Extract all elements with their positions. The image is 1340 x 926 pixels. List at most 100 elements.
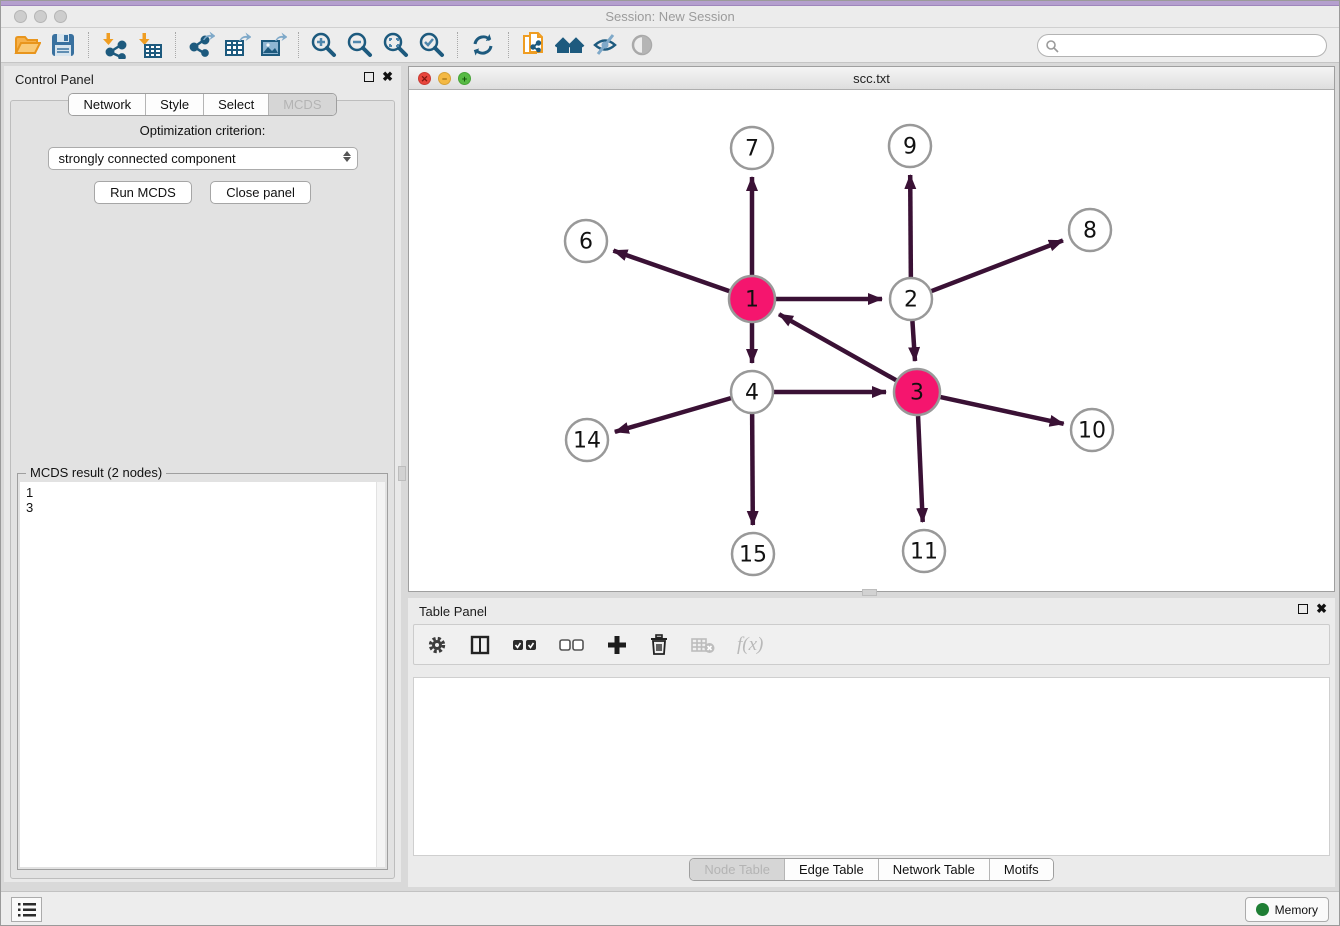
- graph-node-2[interactable]: 2: [890, 278, 932, 320]
- close-panel-button[interactable]: Close panel: [210, 181, 311, 204]
- mcds-result-text[interactable]: 1 3: [20, 482, 385, 867]
- graph-node-7[interactable]: 7: [731, 127, 773, 169]
- tab-node-table[interactable]: Node Table: [690, 859, 785, 880]
- table-panel-title: Table Panel: [419, 604, 487, 619]
- result-scrollbar[interactable]: [376, 482, 385, 867]
- graph-node-14[interactable]: 14: [566, 419, 608, 461]
- duplicate-network-button[interactable]: [516, 29, 552, 61]
- graph-node-9[interactable]: 9: [889, 125, 931, 167]
- svg-text:8: 8: [1083, 219, 1097, 244]
- edge-2-3[interactable]: [912, 321, 915, 361]
- tab-network-table[interactable]: Network Table: [879, 859, 990, 880]
- edge-2-9[interactable]: [910, 175, 911, 277]
- function-builder-icon[interactable]: f(x): [737, 634, 763, 656]
- graph-node-3[interactable]: 3: [894, 369, 940, 415]
- edge-4-14[interactable]: [615, 398, 731, 432]
- eye-disabled-icon: [629, 32, 655, 58]
- export-table-button[interactable]: [219, 29, 255, 61]
- edge-4-15[interactable]: [752, 414, 753, 525]
- save-disk-icon: [50, 32, 76, 58]
- graph-node-8[interactable]: 8: [1069, 209, 1111, 251]
- graph-node-1[interactable]: 1: [729, 276, 775, 322]
- table-panel: Table Panel ✖: [408, 598, 1335, 887]
- run-mcds-button[interactable]: Run MCDS: [94, 181, 192, 204]
- selected-option: strongly connected component: [59, 151, 236, 166]
- float-table-panel-icon[interactable]: [1298, 604, 1308, 614]
- control-panel-title: Control Panel: [15, 72, 94, 87]
- graph-node-15[interactable]: 15: [732, 533, 774, 575]
- table-background: [413, 677, 1330, 856]
- network-window-titlebar[interactable]: ✕ − + scc.txt: [409, 67, 1334, 90]
- tab-network[interactable]: Network: [69, 94, 146, 115]
- task-list-icon: [18, 903, 36, 917]
- zoom-selected-button[interactable]: [414, 29, 450, 61]
- apply-layout-button[interactable]: [465, 29, 501, 61]
- import-network-icon: [100, 31, 128, 59]
- deselect-all-icon[interactable]: [559, 637, 585, 653]
- tab-mcds[interactable]: MCDS: [269, 94, 335, 115]
- edge-2-8[interactable]: [932, 240, 1063, 291]
- tab-edge-table[interactable]: Edge Table: [785, 859, 879, 880]
- select-all-icon[interactable]: [512, 637, 538, 653]
- tab-motifs[interactable]: Motifs: [990, 859, 1053, 880]
- column-layout-icon[interactable]: [469, 634, 491, 656]
- svg-text:14: 14: [573, 429, 601, 454]
- settings-gear-icon[interactable]: [426, 634, 448, 656]
- graph-node-11[interactable]: 11: [903, 530, 945, 572]
- search-input[interactable]: [1063, 39, 1326, 53]
- save-session-button[interactable]: [45, 29, 81, 61]
- svg-text:15: 15: [739, 543, 767, 568]
- titlebar: Session: New Session: [1, 6, 1339, 28]
- zoom-out-button[interactable]: [342, 29, 378, 61]
- toolbar-separator: [88, 32, 89, 58]
- graph-node-10[interactable]: 10: [1071, 409, 1113, 451]
- zoom-out-icon: [346, 31, 374, 59]
- tab-select[interactable]: Select: [204, 94, 269, 115]
- search-box: [1037, 34, 1327, 57]
- optimization-criterion-label: Optimization criterion:: [11, 123, 394, 138]
- import-table-button[interactable]: [132, 29, 168, 61]
- delete-table-icon[interactable]: [690, 635, 716, 655]
- toolbar-separator: [457, 32, 458, 58]
- edge-3-1[interactable]: [779, 314, 896, 380]
- table-tabs: Node Table Edge Table Network Table Moti…: [408, 858, 1335, 882]
- network-graph: 7 9 6 8 1 2 4 3 14 10 15 11: [409, 91, 1334, 592]
- import-network-button[interactable]: [96, 29, 132, 61]
- control-panel: Control Panel ✖ Network Style Select MCD…: [4, 66, 401, 882]
- graph-node-6[interactable]: 6: [565, 220, 607, 262]
- export-network-button[interactable]: [183, 29, 219, 61]
- edge-3-11[interactable]: [918, 416, 923, 522]
- toolbar-separator: [508, 32, 509, 58]
- close-table-panel-icon[interactable]: ✖: [1316, 604, 1327, 614]
- graph-node-4[interactable]: 4: [731, 371, 773, 413]
- search-icon: [1045, 39, 1059, 53]
- zoom-fit-button[interactable]: [378, 29, 414, 61]
- float-panel-icon[interactable]: [364, 72, 374, 82]
- horizontal-splitter-handle[interactable]: [398, 466, 406, 481]
- export-image-button[interactable]: [255, 29, 291, 61]
- toolbar-separator: [298, 32, 299, 58]
- show-graphics-details-button[interactable]: [624, 29, 660, 61]
- home-legacy-button[interactable]: [552, 29, 588, 61]
- close-panel-icon[interactable]: ✖: [382, 72, 393, 82]
- mcds-result-title: MCDS result (2 nodes): [26, 465, 166, 480]
- dropdown-stepper-icon: [343, 151, 351, 162]
- task-history-button[interactable]: [11, 897, 42, 922]
- open-session-button[interactable]: [9, 29, 45, 61]
- delete-column-icon[interactable]: [649, 634, 669, 656]
- svg-text:10: 10: [1078, 419, 1106, 444]
- hide-graphics-details-button[interactable]: [588, 29, 624, 61]
- edge-1-6[interactable]: [613, 251, 729, 292]
- memory-button[interactable]: Memory: [1245, 897, 1329, 922]
- network-canvas[interactable]: 7 9 6 8 1 2 4 3 14 10 15 11: [409, 91, 1334, 591]
- add-column-icon[interactable]: [606, 634, 628, 656]
- main-toolbar: [1, 28, 1339, 63]
- vertical-splitter-handle[interactable]: [862, 589, 877, 596]
- tab-style[interactable]: Style: [146, 94, 204, 115]
- refresh-icon: [470, 32, 496, 58]
- edge-3-10[interactable]: [940, 397, 1063, 424]
- zoom-in-button[interactable]: [306, 29, 342, 61]
- optimization-criterion-select[interactable]: strongly connected component: [48, 147, 358, 170]
- double-home-icon: [555, 32, 585, 58]
- application-window: Session: New Session: [0, 0, 1340, 926]
